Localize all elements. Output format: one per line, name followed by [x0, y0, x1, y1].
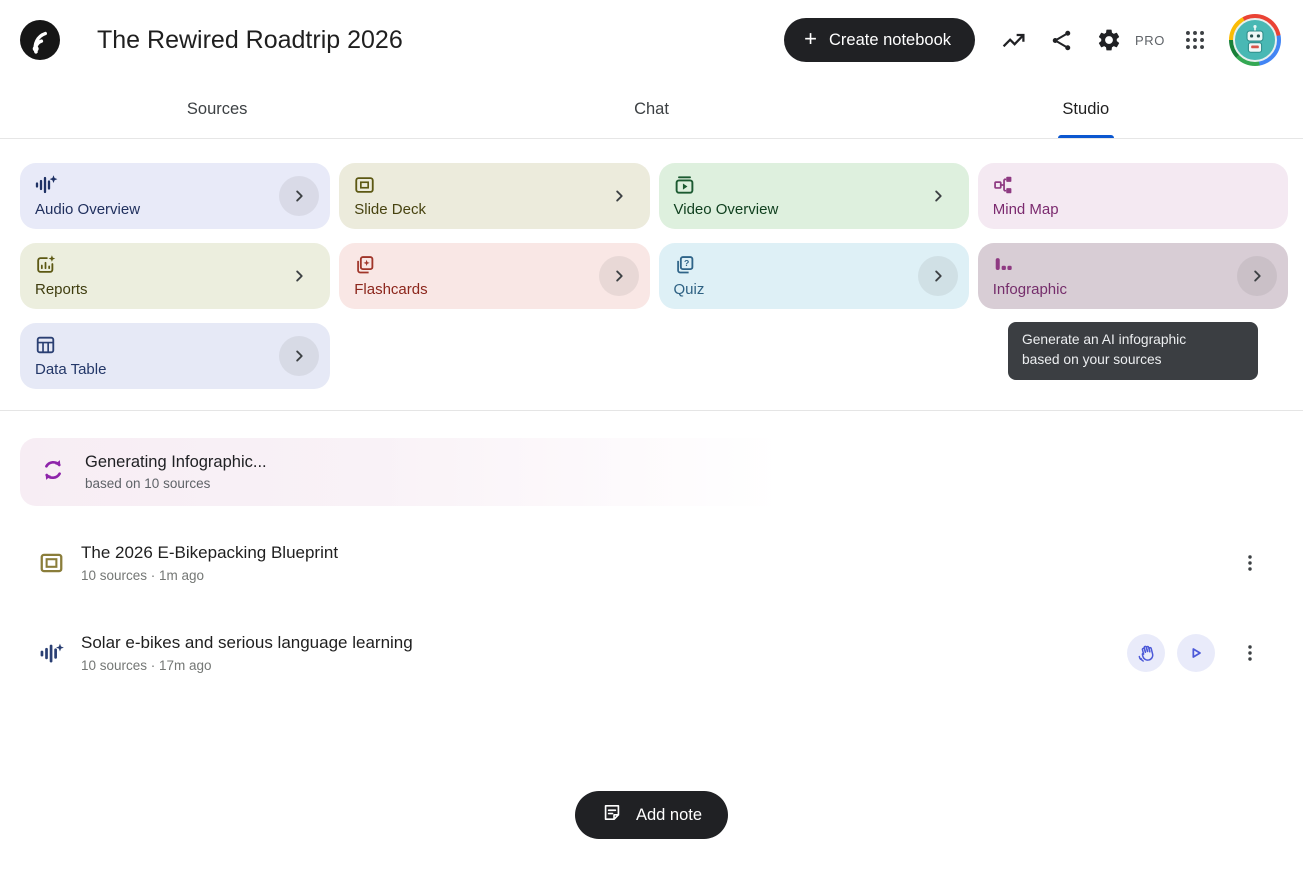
- generating-infographic-item[interactable]: Generating Infographic... based on 10 so…: [20, 438, 1287, 506]
- studio-card-quiz[interactable]: ? Quiz: [659, 243, 969, 309]
- card-label: Infographic: [993, 281, 1067, 298]
- reports-icon: [34, 254, 316, 276]
- tab-sources[interactable]: Sources: [0, 80, 434, 138]
- google-apps-grid-icon[interactable]: [1171, 16, 1219, 64]
- header-icons: PRO: [989, 14, 1281, 66]
- create-notebook-button[interactable]: + Create notebook: [784, 18, 975, 62]
- waveform-icon: [38, 640, 66, 666]
- tab-sources-label: Sources: [187, 100, 248, 119]
- artifact-text: The 2026 E-Bikepacking Blueprint 10 sour…: [81, 543, 1227, 583]
- artifact-title: The 2026 E-Bikepacking Blueprint: [81, 543, 1227, 563]
- tab-bar: Sources Chat Studio: [0, 80, 1303, 139]
- add-note-button[interactable]: Add note: [575, 791, 728, 839]
- more-options-icon[interactable]: [1237, 544, 1263, 582]
- slide-deck-icon: [353, 174, 635, 196]
- studio-card-infographic[interactable]: Infographic: [978, 243, 1288, 309]
- card-label: Reports: [35, 281, 88, 298]
- avatar-robot-image: [1233, 18, 1277, 62]
- section-divider: [0, 410, 1303, 411]
- artifact-title: Solar e-bikes and serious language learn…: [81, 633, 1127, 653]
- settings-gear-icon[interactable]: [1085, 16, 1133, 64]
- generating-subtitle: based on 10 sources: [85, 476, 267, 491]
- infographic-tooltip: Generate an AI infographic based on your…: [1008, 322, 1258, 380]
- footer: Add note: [0, 791, 1303, 839]
- artifact-meta: 10 sources · 1m ago: [81, 568, 1227, 583]
- studio-card-flashcards[interactable]: Flashcards: [339, 243, 649, 309]
- card-label: Audio Overview: [35, 201, 140, 218]
- artifact-text: Solar e-bikes and serious language learn…: [81, 633, 1127, 673]
- mind-map-icon: [992, 174, 1274, 196]
- pro-badge: PRO: [1135, 33, 1165, 48]
- card-label: Slide Deck: [354, 201, 426, 218]
- artifact-actions: [1227, 544, 1263, 582]
- artifact-actions: [1127, 634, 1263, 672]
- account-avatar[interactable]: [1229, 14, 1281, 66]
- analytics-trending-icon[interactable]: [989, 16, 1037, 64]
- play-icon[interactable]: [1177, 634, 1215, 672]
- slide-deck-icon: [38, 550, 66, 576]
- chevron-right-icon[interactable]: [1237, 256, 1277, 296]
- flashcards-icon: [353, 254, 635, 276]
- notebooklm-logo-icon[interactable]: [20, 20, 60, 60]
- artifact-row-slide-deck[interactable]: The 2026 E-Bikepacking Blueprint 10 sour…: [38, 529, 1263, 597]
- studio-card-audio-overview[interactable]: Audio Overview: [20, 163, 330, 229]
- studio-card-slide-deck[interactable]: Slide Deck: [339, 163, 649, 229]
- header: The Rewired Roadtrip 2026 + Create noteb…: [0, 0, 1303, 80]
- active-tab-underline: [1058, 135, 1114, 138]
- tab-chat-label: Chat: [634, 100, 669, 119]
- chevron-right-icon[interactable]: [279, 256, 319, 296]
- data-table-icon: [34, 334, 316, 356]
- tooltip-line-1: Generate an AI infographic: [1022, 330, 1244, 350]
- studio-card-data-table[interactable]: Data Table: [20, 323, 330, 389]
- card-label: Video Overview: [674, 201, 779, 218]
- generating-title: Generating Infographic...: [85, 453, 267, 472]
- studio-card-reports[interactable]: Reports: [20, 243, 330, 309]
- generating-text: Generating Infographic... based on 10 so…: [85, 453, 267, 491]
- chevron-right-icon[interactable]: [918, 176, 958, 216]
- chevron-right-icon[interactable]: [918, 256, 958, 296]
- infographic-icon: [992, 254, 1274, 276]
- chevron-right-icon[interactable]: [599, 256, 639, 296]
- card-label: Data Table: [35, 361, 106, 378]
- quiz-icon: ?: [673, 254, 955, 276]
- chevron-right-icon[interactable]: [279, 336, 319, 376]
- svg-text:?: ?: [683, 258, 688, 268]
- card-label: Quiz: [674, 281, 705, 298]
- chevron-right-icon[interactable]: [279, 176, 319, 216]
- plus-icon: +: [804, 28, 817, 50]
- create-notebook-label: Create notebook: [829, 31, 951, 50]
- tab-chat[interactable]: Chat: [434, 80, 868, 138]
- more-options-icon[interactable]: [1237, 634, 1263, 672]
- notebook-title[interactable]: The Rewired Roadtrip 2026: [97, 26, 403, 55]
- notebooklm-page: The Rewired Roadtrip 2026 + Create noteb…: [0, 0, 1303, 887]
- note-icon: [601, 802, 623, 829]
- interactive-mode-hand-icon[interactable]: [1127, 634, 1165, 672]
- card-label: Mind Map: [993, 201, 1059, 218]
- studio-card-mind-map[interactable]: Mind Map: [978, 163, 1288, 229]
- studio-card-video-overview[interactable]: Video Overview: [659, 163, 969, 229]
- card-label: Flashcards: [354, 281, 427, 298]
- tab-studio[interactable]: Studio: [869, 80, 1303, 138]
- add-note-label: Add note: [636, 806, 702, 825]
- share-icon[interactable]: [1037, 16, 1085, 64]
- chevron-right-icon[interactable]: [599, 176, 639, 216]
- tab-studio-label: Studio: [1062, 100, 1109, 119]
- artifact-row-audio-overview[interactable]: Solar e-bikes and serious language learn…: [38, 619, 1263, 687]
- video-icon: [673, 174, 955, 196]
- waveform-icon: [34, 174, 316, 196]
- sync-spinner-icon: [40, 457, 66, 488]
- artifact-meta: 10 sources · 17m ago: [81, 658, 1127, 673]
- tooltip-line-2: based on your sources: [1022, 350, 1244, 370]
